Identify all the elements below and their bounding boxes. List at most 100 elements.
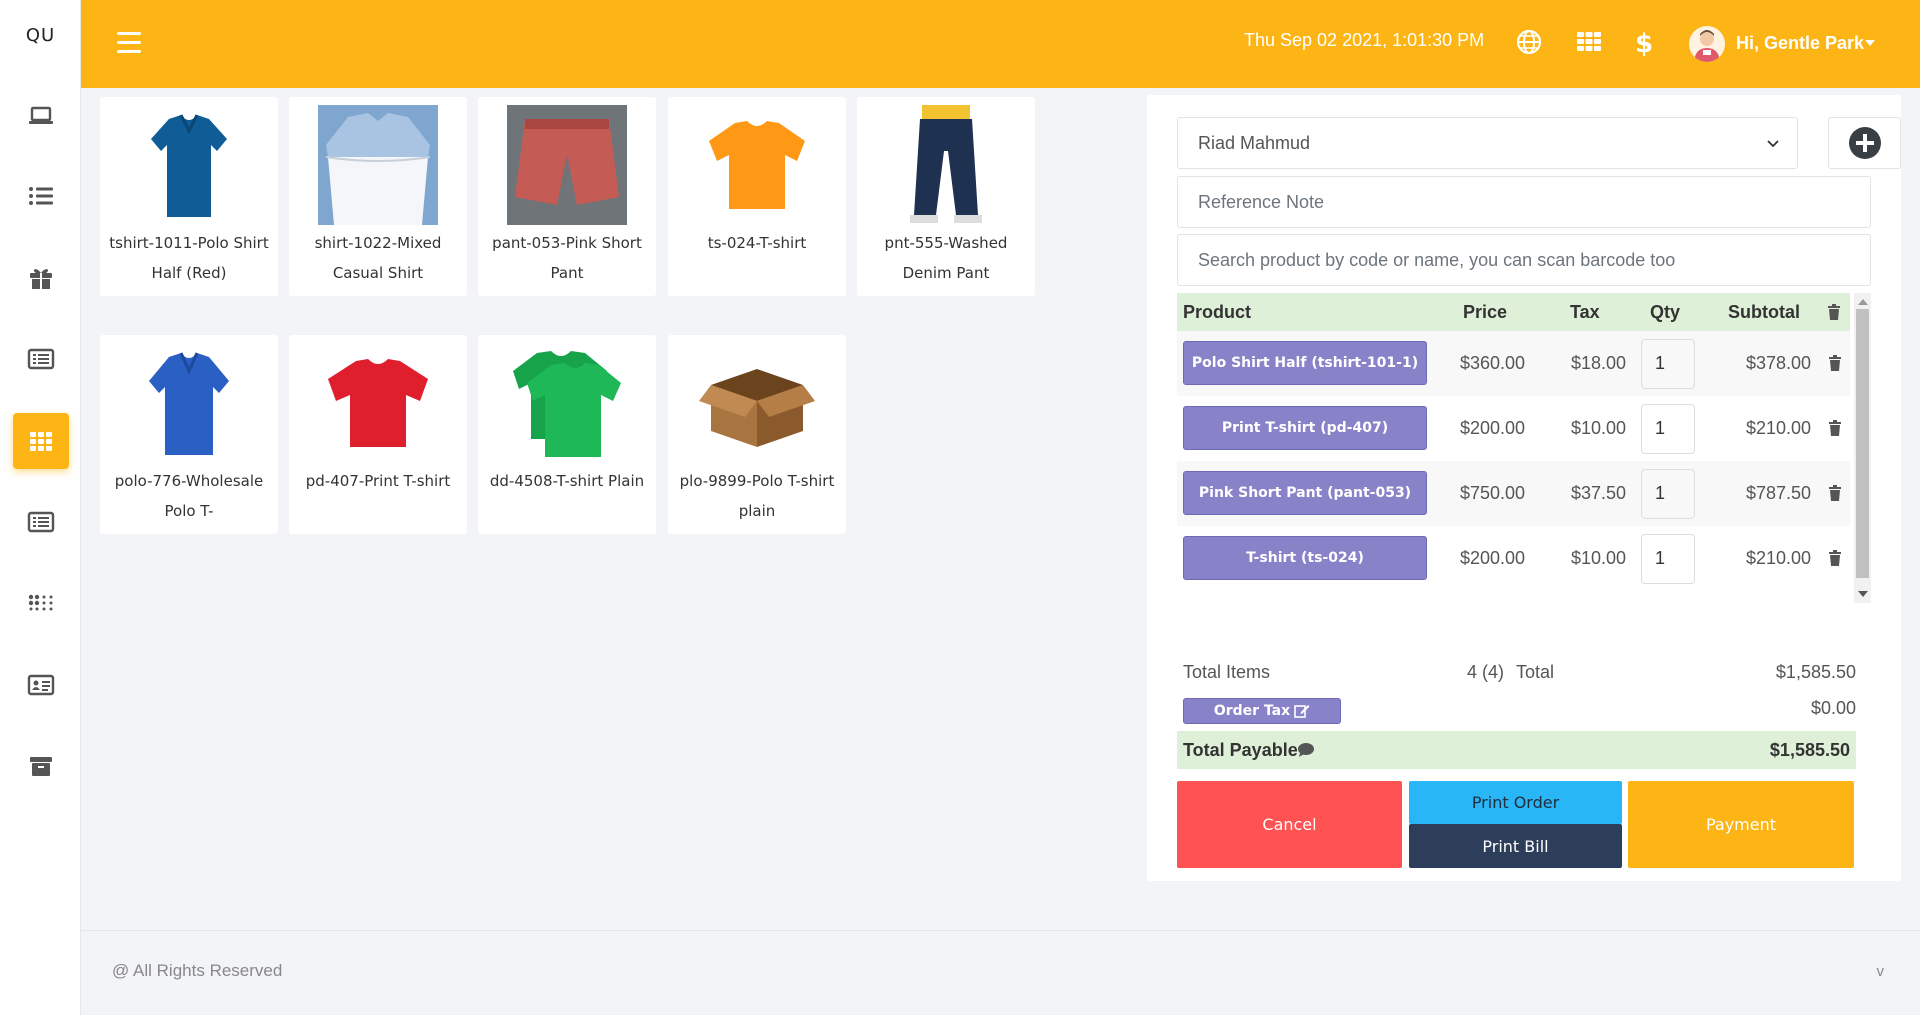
item-tax: $10.00: [1571, 418, 1627, 438]
hamburger-menu-icon[interactable]: [117, 32, 141, 54]
total-items-row: Total Items 4 (4) Total $1,585.50: [1177, 662, 1856, 688]
laptop-icon: [29, 106, 53, 124]
product-card[interactable]: ts-024-T-shirt: [668, 97, 846, 296]
cart-item-button[interactable]: T-shirt (ts-024): [1183, 536, 1427, 580]
globe-icon[interactable]: [1515, 28, 1543, 56]
box-icon: [699, 369, 815, 447]
scroll-down-icon[interactable]: [1858, 591, 1868, 597]
product-image: [126, 340, 252, 466]
cart-item-button[interactable]: Pink Short Pant (pant-053): [1183, 471, 1427, 515]
polo-shirt-icon: [149, 352, 229, 455]
reference-note-input[interactable]: Reference Note: [1177, 176, 1871, 228]
customer-select[interactable]: Riad Mahmud: [1177, 117, 1798, 169]
sidebar: QU: [0, 0, 81, 1015]
product-card[interactable]: shirt-1022-Mixed Casual Shirt: [289, 97, 467, 296]
cart-scrollbar[interactable]: [1854, 293, 1871, 603]
current-datetime: Thu Sep 02 2021, 1:01:30 PM: [1244, 30, 1485, 50]
casual-shirt-icon: [318, 105, 438, 225]
column-subtotal: Subtotal: [1728, 302, 1800, 322]
trash-icon[interactable]: [1827, 304, 1841, 320]
scroll-thumb[interactable]: [1856, 309, 1869, 578]
sidebar-item-contacts[interactable]: [13, 657, 69, 713]
product-card[interactable]: pnt-555-Washed Denim Pant: [857, 97, 1035, 296]
product-name: shirt-1022-Mixed Casual Shirt: [314, 234, 442, 282]
archive-icon: [30, 757, 52, 776]
tshirt-icon: [513, 351, 621, 457]
trash-icon[interactable]: [1828, 550, 1842, 566]
order-tax-label: Order Tax: [1213, 703, 1291, 719]
version-text: v: [1876, 963, 1885, 980]
sidebar-item-pos[interactable]: [13, 413, 69, 469]
cart-table-header: Product Price Tax Qty Subtotal: [1177, 293, 1850, 331]
total-payable-label: Total Payable: [1183, 740, 1298, 760]
item-price: $750.00: [1460, 483, 1526, 503]
product-image: [315, 102, 441, 228]
polo-shirt-icon: [151, 114, 227, 217]
item-price: $200.00: [1460, 548, 1526, 568]
table-row: Polo Shirt Half (tshirt-101-1) $360.00 $…: [1177, 331, 1850, 396]
item-tax: $37.50: [1571, 483, 1627, 503]
product-image: [694, 102, 820, 228]
product-name: tshirt-1011-Polo Shirt Half (Red): [109, 234, 269, 282]
quantity-input[interactable]: 1: [1641, 534, 1695, 584]
add-customer-button[interactable]: [1828, 117, 1901, 169]
chevron-down-icon[interactable]: [1865, 40, 1875, 46]
gift-icon: [30, 269, 52, 289]
avatar[interactable]: [1689, 26, 1725, 62]
product-card[interactable]: polo-776-Wholesale Polo T-: [100, 335, 278, 534]
product-name: dd-4508-T-shirt Plain: [489, 472, 645, 490]
trash-icon[interactable]: [1828, 355, 1842, 371]
sidebar-item-gift[interactable]: [13, 250, 69, 306]
order-tax-button[interactable]: Order Tax: [1183, 698, 1341, 724]
sidebar-item-archive[interactable]: [13, 738, 69, 794]
dots-grid-icon: [28, 594, 53, 611]
table-list-icon: [27, 511, 55, 533]
scroll-up-icon[interactable]: [1858, 299, 1868, 305]
cart-item-button[interactable]: Polo Shirt Half (tshirt-101-1): [1183, 341, 1427, 385]
payment-button[interactable]: Payment: [1628, 781, 1854, 868]
product-name: ts-024-T-shirt: [707, 234, 807, 252]
order-tax-value: $0.00: [1810, 698, 1856, 718]
top-bar: Thu Sep 02 2021, 1:01:30 PM $ Hi, Gentle…: [81, 0, 1920, 88]
table-row: T-shirt (ts-024) $200.00 $10.00 1 $210.0…: [1177, 526, 1850, 591]
trash-icon[interactable]: [1828, 485, 1842, 501]
sidebar-item-dashboard[interactable]: [13, 88, 69, 144]
list-icon: [29, 187, 53, 205]
sidebar-item-apps[interactable]: [13, 575, 69, 631]
grid-icon: [30, 432, 52, 451]
print-bill-button[interactable]: Print Bill: [1409, 824, 1622, 868]
chevron-down-icon: [1767, 140, 1779, 148]
quantity-input[interactable]: 1: [1641, 404, 1695, 454]
product-card[interactable]: dd-4508-T-shirt Plain: [478, 335, 656, 534]
trash-icon[interactable]: [1828, 420, 1842, 436]
footer: @ All Rights Reserved v: [81, 930, 1920, 1015]
svg-text:$: $: [1635, 29, 1653, 56]
product-card[interactable]: pd-407-Print T-shirt: [289, 335, 467, 534]
sidebar-item-reports[interactable]: [13, 494, 69, 550]
product-card[interactable]: tshirt-1011-Polo Shirt Half (Red): [100, 97, 278, 296]
product-card[interactable]: pant-053-Pink Short Pant: [478, 97, 656, 296]
dollar-icon[interactable]: $: [1630, 28, 1658, 56]
product-name: pant-053-Pink Short Pant: [492, 234, 642, 282]
column-price: Price: [1463, 302, 1508, 322]
cancel-button[interactable]: Cancel: [1177, 781, 1402, 868]
product-card[interactable]: plo-9899-Polo T-shirt plain: [668, 335, 846, 534]
item-subtotal: $210.00: [1746, 418, 1812, 438]
product-name: plo-9899-Polo T-shirt plain: [679, 472, 835, 520]
product-image: [883, 102, 1009, 228]
sidebar-item-list[interactable]: [13, 168, 69, 224]
user-greeting[interactable]: Hi, Gentle Park: [1736, 33, 1864, 54]
print-order-button[interactable]: Print Order: [1409, 781, 1622, 824]
quantity-input[interactable]: 1: [1641, 469, 1695, 519]
total-label: Total: [1516, 662, 1555, 682]
cart-item-button[interactable]: Print T-shirt (pd-407): [1183, 406, 1427, 450]
item-subtotal: $787.50: [1746, 483, 1812, 503]
sidebar-item-sales[interactable]: [13, 331, 69, 387]
comment-icon[interactable]: [1297, 742, 1315, 758]
pos-cart-panel: Riad Mahmud Reference Note Search produc…: [1147, 95, 1901, 881]
grid-icon[interactable]: [1575, 28, 1603, 56]
table-list-icon: [27, 348, 55, 370]
quantity-input[interactable]: 1: [1641, 339, 1695, 389]
id-card-icon: [27, 674, 55, 696]
product-search-input[interactable]: Search product by code or name, you can …: [1177, 234, 1871, 286]
